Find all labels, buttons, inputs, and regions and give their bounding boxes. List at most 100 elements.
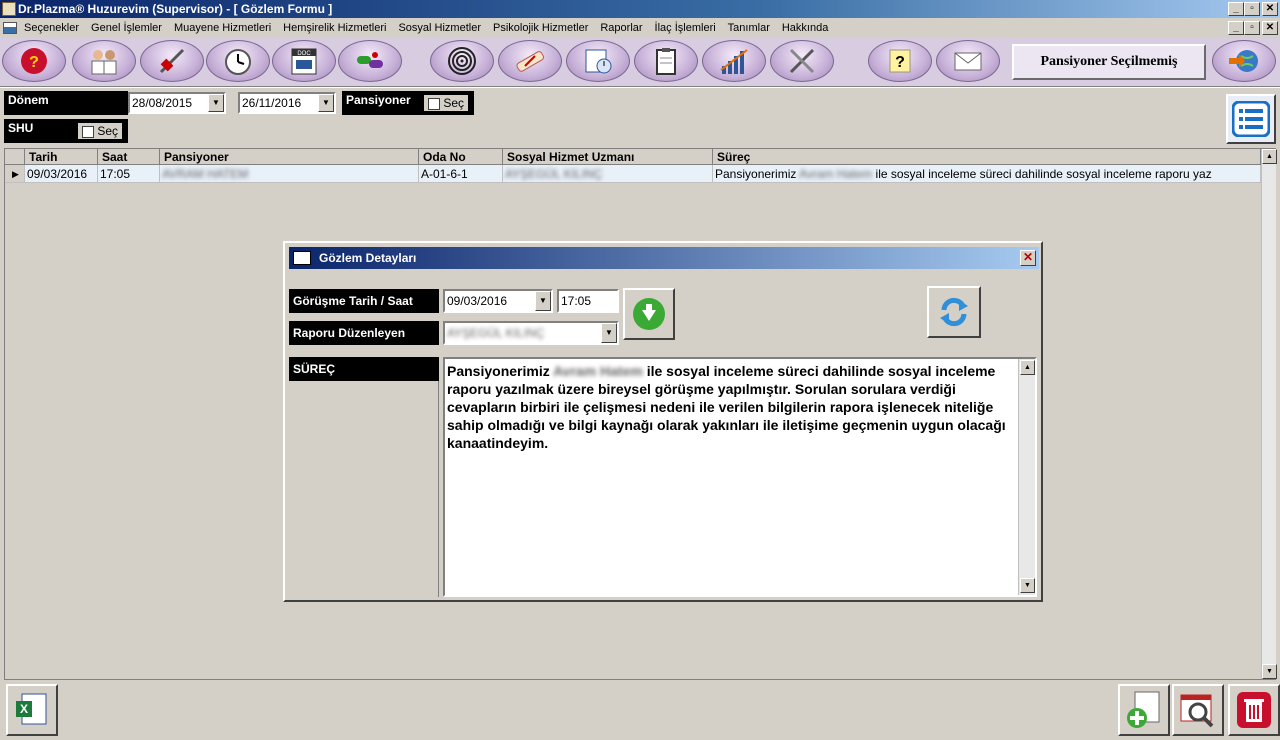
bandage-button[interactable] bbox=[498, 40, 562, 82]
chevron-down-icon[interactable]: ▼ bbox=[601, 323, 617, 343]
bar-chart-icon bbox=[720, 49, 748, 74]
nursing-button[interactable] bbox=[140, 40, 204, 82]
menu-hakkinda[interactable]: Hakkında bbox=[776, 18, 834, 38]
pansiyoner-sec-checkbox[interactable]: Seç bbox=[424, 95, 469, 111]
raporu-duzenleyen-label: Raporu Düzenleyen bbox=[289, 321, 439, 345]
scroll-down-icon[interactable]: ▼ bbox=[1020, 578, 1035, 593]
date-from-combo[interactable]: 28/08/2015 ▼ bbox=[128, 92, 226, 114]
tarih-saat-label: Görüşme Tarih / Saat bbox=[289, 289, 439, 313]
child-close-button[interactable]: ✕ bbox=[1262, 21, 1278, 35]
column-header-tarih[interactable]: Tarih bbox=[25, 149, 98, 165]
table-cell-uzman[interactable]: AYŞEGÜL KILINÇ bbox=[503, 165, 713, 183]
save-down-button[interactable] bbox=[623, 288, 675, 340]
menu-ilac-islemleri[interactable]: İlaç İşlemleri bbox=[649, 18, 722, 38]
doctors-button[interactable] bbox=[72, 40, 136, 82]
help-head-button[interactable]: ? bbox=[2, 40, 66, 82]
surec-name: Avram Hatem bbox=[799, 167, 873, 181]
date-to-value: 26/11/2016 bbox=[242, 96, 302, 110]
table-cell-oda-no[interactable]: A-01-6-1 bbox=[419, 165, 503, 183]
maximize-button[interactable]: ▫ bbox=[1244, 2, 1260, 16]
window-title-bar: Dr.Plazma® Huzurevim (Supervisor) - [ Gö… bbox=[0, 0, 1280, 18]
gorusme-saat-field[interactable]: 17:05 bbox=[557, 289, 619, 313]
gorusme-tarih-combo[interactable]: 09/03/2016 ▼ bbox=[443, 289, 553, 313]
add-document-icon bbox=[1127, 691, 1160, 728]
menu-tanimlar[interactable]: Tanımlar bbox=[722, 18, 776, 38]
column-header-saat[interactable]: Saat bbox=[98, 149, 160, 165]
scroll-up-icon[interactable]: ▲ bbox=[1020, 360, 1035, 375]
statistics-button[interactable] bbox=[702, 40, 766, 82]
child-minimize-button[interactable]: _ bbox=[1228, 21, 1244, 35]
scroll-up-icon[interactable]: ▲ bbox=[1262, 149, 1277, 164]
column-header-oda-no[interactable]: Oda No bbox=[419, 149, 503, 165]
spiral-icon bbox=[448, 47, 476, 75]
row-indicator-header bbox=[5, 149, 25, 165]
excel-export-button[interactable]: X bbox=[6, 684, 58, 736]
syringe-icon bbox=[159, 48, 185, 74]
help-note-button[interactable]: ? bbox=[868, 40, 932, 82]
svg-text:?: ? bbox=[895, 54, 905, 71]
menu-items: Seçenekler Genel İşlemler Muayene Hizmetle… bbox=[18, 18, 834, 38]
donem-label: Dönem bbox=[4, 91, 128, 115]
close-button[interactable]: ✕ bbox=[1262, 2, 1278, 16]
dialog-title-bar[interactable]: Gözlem Detayları ✕ bbox=[289, 247, 1039, 269]
checkbox-box[interactable] bbox=[428, 97, 440, 110]
menu-hemsirelik-hizmetleri[interactable]: Hemşirelik Hizmetleri bbox=[277, 18, 392, 38]
reports-button[interactable] bbox=[566, 40, 630, 82]
down-arrow-icon bbox=[633, 298, 665, 330]
menu-muayene-hizmetleri[interactable]: Muayene Hizmetleri bbox=[168, 18, 277, 38]
menu-secenekler[interactable]: Seçenekler bbox=[18, 18, 85, 38]
child-restore-button[interactable]: ▫ bbox=[1244, 21, 1260, 35]
help-note-icon: ? bbox=[889, 49, 911, 73]
column-header-surec[interactable]: Süreç bbox=[713, 149, 1261, 165]
menu-psikolojik-hizmetler[interactable]: Psikolojik Hizmetler bbox=[487, 18, 594, 38]
menu-raporlar[interactable]: Raporlar bbox=[594, 18, 648, 38]
doc-label: DOC bbox=[297, 51, 311, 57]
shu-sec-checkbox[interactable]: Seç bbox=[78, 123, 123, 139]
app-icon bbox=[2, 2, 16, 16]
menu-genel-islemler[interactable]: Genel İşlemler bbox=[85, 18, 168, 38]
dialog-close-button[interactable]: ✕ bbox=[1020, 250, 1036, 266]
grid-scrollbar[interactable]: ▲ ▼ bbox=[1261, 149, 1277, 679]
list-icon bbox=[1232, 101, 1270, 137]
checkbox-box[interactable] bbox=[82, 125, 94, 138]
scroll-down-icon[interactable]: ▼ bbox=[1262, 664, 1277, 679]
table-cell-pansiyoner[interactable]: AVRAM HATEM bbox=[160, 165, 419, 183]
clipboard-icon bbox=[656, 48, 676, 75]
mdi-child-icon[interactable] bbox=[3, 22, 17, 34]
chevron-down-icon[interactable]: ▼ bbox=[318, 94, 334, 112]
column-header-sosyal-hizmet-uzmani[interactable]: Sosyal Hizmet Uzmanı bbox=[503, 149, 713, 165]
pansiyoner-name: AVRAM HATEM bbox=[162, 167, 249, 181]
raporu-duzenleyen-combo[interactable]: AYŞEGÜL KILINÇ ▼ bbox=[443, 321, 619, 345]
settings-button[interactable] bbox=[770, 40, 834, 82]
medicine-button[interactable] bbox=[338, 40, 402, 82]
date-to-combo[interactable]: 26/11/2016 ▼ bbox=[238, 92, 336, 114]
surec-memo[interactable]: Pansiyonerimiz Avram Hatem ile sosyal in… bbox=[443, 357, 1037, 597]
svg-text:?: ? bbox=[29, 54, 39, 71]
table-cell-saat[interactable]: 17:05 bbox=[98, 165, 160, 183]
chevron-down-icon[interactable]: ▼ bbox=[208, 94, 224, 112]
excel-icon: X bbox=[16, 693, 47, 725]
refresh-button[interactable] bbox=[927, 286, 981, 338]
web-button[interactable] bbox=[1212, 40, 1276, 82]
add-new-button[interactable] bbox=[1118, 684, 1170, 736]
duzenleyen-value: AYŞEGÜL KILINÇ bbox=[447, 326, 545, 340]
clipboard-button[interactable] bbox=[634, 40, 698, 82]
memo-scrollbar[interactable]: ▲ ▼ bbox=[1018, 359, 1035, 595]
column-header-pansiyoner[interactable]: Pansiyoner bbox=[160, 149, 419, 165]
chevron-down-icon[interactable]: ▼ bbox=[535, 291, 551, 311]
pills-icon bbox=[357, 52, 383, 68]
menu-bar: Seçenekler Genel İşlemler Muayene Hizmetle… bbox=[0, 18, 1280, 38]
table-cell-surec[interactable]: Pansiyonerimiz Avram Hatem ile sosyal in… bbox=[713, 165, 1261, 183]
document-button[interactable]: DOC bbox=[272, 40, 336, 82]
minimize-button[interactable]: _ bbox=[1228, 2, 1244, 16]
preview-button[interactable] bbox=[1172, 684, 1224, 736]
selected-resident-status: Pansiyoner Seçilmemiş bbox=[1012, 44, 1206, 80]
table-cell-tarih[interactable]: 09/03/2016 bbox=[25, 165, 98, 183]
uzman-name: AYŞEGÜL KILINÇ bbox=[505, 167, 603, 181]
psychology-button[interactable] bbox=[430, 40, 494, 82]
menu-sosyal-hizmetler[interactable]: Sosyal Hizmetler bbox=[392, 18, 487, 38]
stopwatch-button[interactable] bbox=[206, 40, 270, 82]
messages-button[interactable] bbox=[936, 40, 1000, 82]
list-view-button[interactable] bbox=[1226, 94, 1276, 144]
delete-button[interactable] bbox=[1228, 684, 1280, 736]
